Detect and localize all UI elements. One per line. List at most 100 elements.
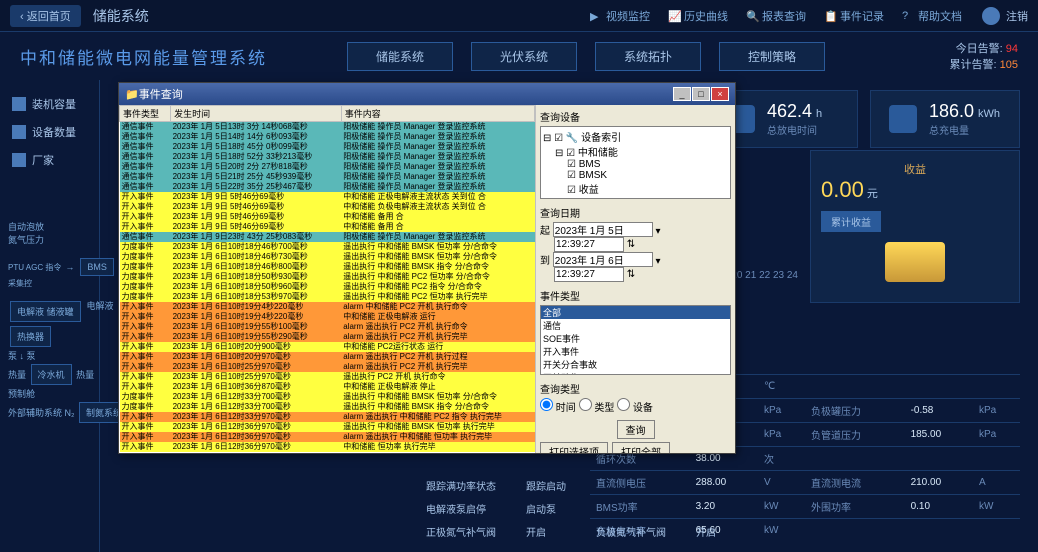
- nav-help[interactable]: ?帮助文档: [902, 8, 962, 24]
- col-content[interactable]: 事件内容: [341, 106, 534, 122]
- folder-icon: 📁: [125, 88, 139, 101]
- col-time[interactable]: 发生时间: [171, 106, 342, 122]
- query-type-label: 查询类型: [540, 381, 731, 396]
- sidebar-devices[interactable]: 设备数量: [8, 118, 91, 146]
- radio-time[interactable]: 时间: [540, 403, 576, 414]
- alarm-summary: 今日告警: 94 累计告警: 105: [950, 40, 1018, 72]
- event-row[interactable]: 力度事件2023年 1月 6日10时18分50秒960毫秒遥出执行 中和储能 P…: [120, 282, 535, 292]
- video-icon: ▶: [590, 10, 602, 22]
- capacity-icon: [12, 97, 26, 111]
- event-row[interactable]: 开入事件2023年 1月 9日 5时46分69毫秒中和储能 正极电解液主流状态 …: [120, 192, 535, 202]
- profit-card: 收益 0.00 元 累计收益: [810, 150, 1020, 303]
- close-button[interactable]: ×: [711, 87, 729, 101]
- event-row[interactable]: 开入事件2023年 1月 9日 5时46分69毫秒中和储能 备用 合: [120, 212, 535, 222]
- event-row[interactable]: 通信事件2023年 1月 5日20时 2分 27秒818毫秒阳极储能 操作员 M…: [120, 162, 535, 172]
- energy-icon: [889, 105, 917, 133]
- profit-header: 收益: [821, 161, 1009, 177]
- event-row[interactable]: 开入事件2023年 1月 6日10时19分4秒220毫秒中和储能 正极电解液 运…: [120, 312, 535, 322]
- event-row[interactable]: 开入事件2023年 1月 6日12时36分970毫秒遥出执行 中和储能 BMSK…: [120, 422, 535, 432]
- topbar: ‹ 返回首页 储能系统 ▶视频监控 📈历史曲线 🔍报表查询 📋事件记录 ?帮助文…: [0, 0, 1038, 32]
- date-range-label: 查询日期: [540, 205, 731, 220]
- help-icon: ?: [902, 10, 914, 22]
- event-row[interactable]: 通信事件2023年 1月 5日18时 45分 0秒099毫秒阳极储能 操作员 M…: [120, 142, 535, 152]
- event-row[interactable]: 力度事件2023年 1月 6日10时18分53秒970毫秒遥出执行 中和储能 P…: [120, 292, 535, 302]
- event-row[interactable]: 开入事件2023年 1月 9日 5时46分69毫秒中和储能 负极电解液主流状态 …: [120, 202, 535, 212]
- cold-box: 冷水机: [31, 364, 72, 385]
- list-icon: 📋: [824, 10, 836, 22]
- nav-history[interactable]: 📈历史曲线: [668, 8, 728, 24]
- radio-class[interactable]: 类型: [579, 403, 615, 414]
- tab-storage[interactable]: 储能系统: [347, 42, 453, 71]
- event-row[interactable]: 力度事件2023年 1月 6日12时33分700毫秒遥出执行 中和储能 BMSK…: [120, 392, 535, 402]
- bms-box[interactable]: BMS: [80, 258, 114, 276]
- event-table[interactable]: 事件类型 发生时间 事件内容 通信事件2023年 1月 5日13时 3分 14秒…: [119, 105, 535, 453]
- event-row[interactable]: 开入事件2023年 1月 6日12时36分970毫秒alarm 遥出执行 中和储…: [120, 432, 535, 442]
- bottom-controls: 跟踪满功率状态跟踪启动电解液泵启停启动泵正极氮气补气阀开启负极氮气补气阀开启: [410, 473, 762, 544]
- query-panel: 查询设备 ⊟ ☑ 🔧 设备索引 ⊟ ☑ 中和储能 ☑ BMS ☑ BMSK ☑ …: [535, 105, 735, 453]
- event-query-dialog: 📁 事件查询 _ □ × 事件类型 发生时间 事件内容 通信事件2023年 1月…: [118, 82, 736, 454]
- tank-box: 电解液 储液罐: [10, 301, 81, 322]
- event-row[interactable]: 开入事件2023年 1月 6日12时33分970毫秒alarm 遥出执行 中和储…: [120, 412, 535, 422]
- stat-charge-energy: 186.0kWh总充电量: [870, 90, 1020, 148]
- event-row[interactable]: 开入事件2023年 1月 9日 5时46分69毫秒中和储能 备用 合: [120, 222, 535, 232]
- tab-topology[interactable]: 系统拓扑: [595, 42, 701, 71]
- col-type[interactable]: 事件类型: [120, 106, 171, 122]
- profit-value: 0.00: [821, 177, 864, 202]
- event-row[interactable]: 力度事件2023年 1月 6日10时18分46秒700毫秒遥出执行 中和储能 B…: [120, 242, 535, 252]
- heat-box: 热换器: [10, 326, 51, 347]
- event-row[interactable]: 开入事件2023年 1月 6日10时36分870毫秒中和储能 正极电解液 停止: [120, 382, 535, 392]
- chart-icon: 📈: [668, 10, 680, 22]
- header: 中和储能微电网能量管理系统 储能系统 光伏系统 系统拓扑 控制策略 今日告警: …: [0, 32, 1038, 80]
- page-title: 储能系统: [93, 6, 149, 26]
- back-button[interactable]: ‹ 返回首页: [10, 5, 81, 27]
- to-date-input[interactable]: [553, 252, 653, 267]
- device-icon: [12, 125, 26, 139]
- maximize-button[interactable]: □: [692, 87, 710, 101]
- nav-video[interactable]: ▶视频监控: [590, 8, 650, 24]
- event-row[interactable]: 力度事件2023年 1月 6日10时18分46秒800毫秒遥出执行 中和储能 B…: [120, 262, 535, 272]
- event-row[interactable]: 通信事件2023年 1月 5日14时 14分 6秒093毫秒阳极储能 操作员 M…: [120, 132, 535, 142]
- event-row[interactable]: 通信事件2023年 1月 5日21时 25分 45秒939毫秒阳极储能 操作员 …: [120, 172, 535, 182]
- device-tree-label: 查询设备: [540, 109, 731, 124]
- dialog-titlebar[interactable]: 📁 事件查询 _ □ ×: [119, 83, 735, 105]
- event-row[interactable]: 开入事件2023年 1月 6日10时25分970毫秒alarm 遥出执行 PC2…: [120, 362, 535, 372]
- event-row[interactable]: 开入事件2023年 1月 6日10时19分4秒220毫秒alarm 中和储能 P…: [120, 302, 535, 312]
- nav-report[interactable]: 🔍报表查询: [746, 8, 806, 24]
- event-row[interactable]: 开入事件2023年 1月 6日10时20分900毫秒中和储能 PC2运行状态 运…: [120, 342, 535, 352]
- to-time-input[interactable]: [554, 267, 624, 282]
- sidebar-vendor[interactable]: 厂家: [8, 146, 91, 174]
- event-row[interactable]: 通信事件2023年 1月 5日22时 35分 25秒467毫秒阳极储能 操作员 …: [120, 182, 535, 192]
- nav-events[interactable]: 📋事件记录: [824, 8, 884, 24]
- print-all-button[interactable]: 打印全部: [612, 442, 670, 453]
- tab-pv[interactable]: 光伏系统: [471, 42, 577, 71]
- system-title: 中和储能微电网能量管理系统: [20, 44, 267, 69]
- event-row[interactable]: 通信事件2023年 1月 5日18时 52分 33秒213毫秒阳极储能 操作员 …: [120, 152, 535, 162]
- dialog-title: 事件查询: [139, 86, 183, 102]
- event-type-label: 事件类型: [540, 288, 731, 303]
- radio-device[interactable]: 设备: [617, 403, 653, 414]
- user-menu[interactable]: 注销: [982, 7, 1028, 25]
- event-row[interactable]: 开入事件2023年 1月 6日10时19分55秒100毫秒alarm 遥出执行 …: [120, 322, 535, 332]
- minimize-button[interactable]: _: [673, 87, 691, 101]
- from-date-input[interactable]: [553, 222, 653, 237]
- event-row[interactable]: 开入事件2023年 1月 6日10时20分970毫秒alarm 遥出执行 PC2…: [120, 352, 535, 362]
- event-row[interactable]: 通信事件2023年 1月 5日13时 3分 14秒068毫秒阳极储能 操作员 M…: [120, 122, 535, 133]
- tab-strategy[interactable]: 控制策略: [719, 42, 825, 71]
- event-row[interactable]: 开入事件2023年 1月 6日12时36分970毫秒中和储能 恒功率 执行完毕: [120, 442, 535, 452]
- total-profit-button[interactable]: 累计收益: [821, 211, 881, 232]
- device-tree[interactable]: ⊟ ☑ 🔧 设备索引 ⊟ ☑ 中和储能 ☑ BMS ☑ BMSK ☑ 收益: [540, 126, 731, 199]
- event-type-list[interactable]: 全部通信SOE事件开入事件开关分合事故开关动作力度事件遥控事件通讯正常: [540, 305, 731, 375]
- event-row[interactable]: 通信事件2023年 1月 9日23时 43分 25秒083毫秒阳极储能 操作员 …: [120, 232, 535, 242]
- event-row[interactable]: 开入事件2023年 1月 6日10时25分970毫秒遥出执行 PC2 开机 执行…: [120, 372, 535, 382]
- print-selected-button[interactable]: 打印选择项: [540, 442, 608, 453]
- query-button[interactable]: 查询: [617, 420, 655, 439]
- event-row[interactable]: 力度事件2023年 1月 6日12时33分700毫秒遥出执行 中和储能 BMSK…: [120, 402, 535, 412]
- event-row[interactable]: 力度事件2023年 1月 6日10时18分50秒930毫秒遥出执行 中和储能 P…: [120, 272, 535, 282]
- from-time-input[interactable]: [554, 237, 624, 252]
- coin-icon: [885, 242, 945, 282]
- event-row[interactable]: 开入事件2023年 1月 6日10时19分55秒290毫秒alarm 遥出执行 …: [120, 332, 535, 342]
- search-icon: 🔍: [746, 10, 758, 22]
- event-row[interactable]: 力度事件2023年 1月 6日10时18分46秒730毫秒遥出执行 中和储能 B…: [120, 252, 535, 262]
- sidebar-capacity[interactable]: 装机容量: [8, 90, 91, 118]
- vendor-icon: [12, 153, 26, 167]
